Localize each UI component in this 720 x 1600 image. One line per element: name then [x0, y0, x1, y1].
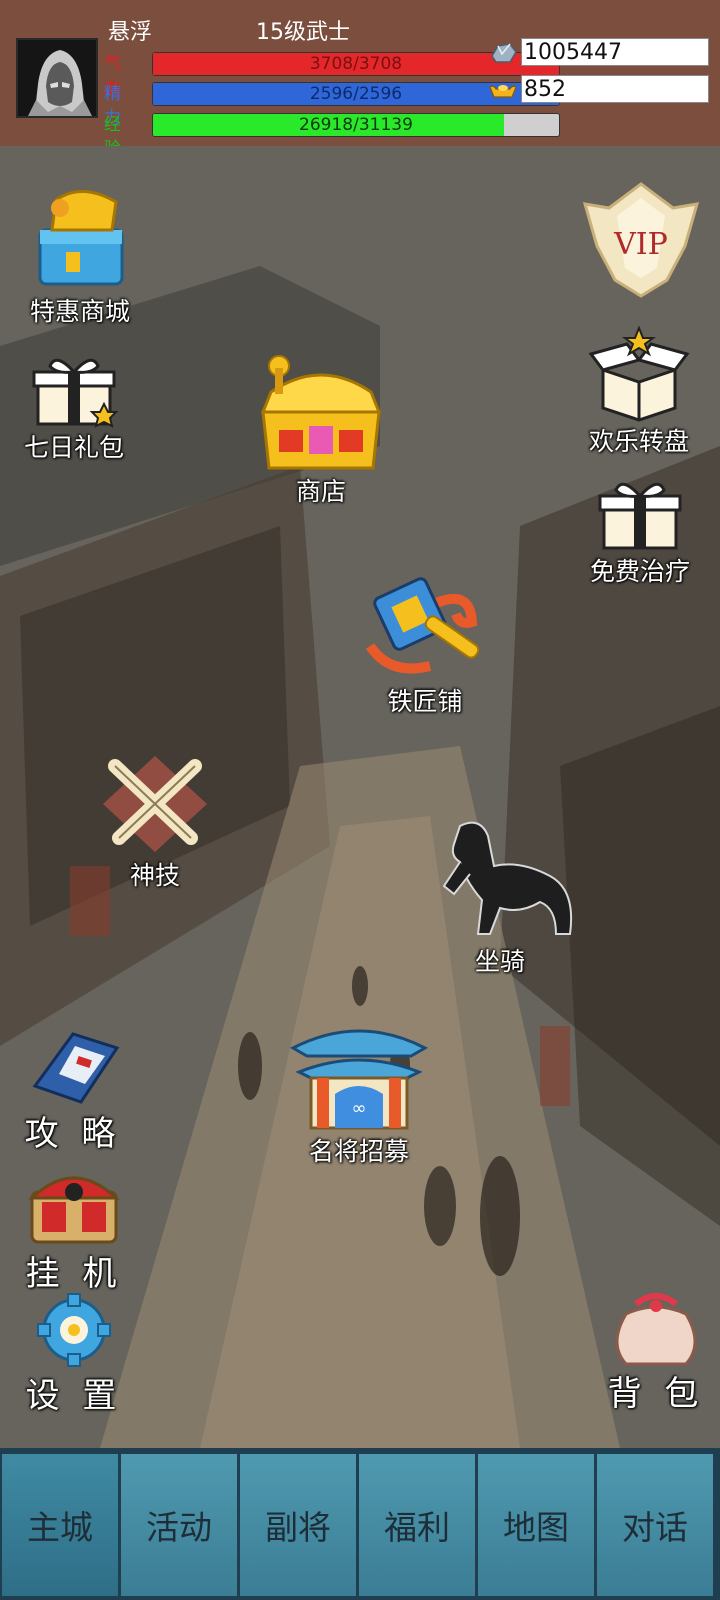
divine-skill-label: 神技	[129, 861, 180, 890]
recruit-generals-label: 名将招募	[308, 1137, 409, 1166]
idle-button[interactable]: 挂 机	[16, 1162, 132, 1295]
free-heal-label: 免费治疗	[589, 557, 690, 586]
settings-button[interactable]: 设 置	[18, 1292, 130, 1417]
lucky-wheel-button[interactable]: 欢乐转盘	[574, 326, 704, 458]
backpack-label: 背 包	[607, 1374, 705, 1414]
crossed-swords-icon	[103, 756, 207, 852]
lucky-wheel-label: 欢乐转盘	[588, 427, 689, 456]
tab-events[interactable]: 活动	[121, 1454, 237, 1596]
tab-main-city[interactable]: 主城	[2, 1454, 118, 1596]
sack-icon	[615, 1293, 697, 1366]
tab-welfare[interactable]: 福利	[359, 1454, 475, 1596]
player-avatar[interactable]	[16, 38, 98, 118]
shop-label: 商店	[295, 477, 346, 506]
divine-skill-button[interactable]: 神技	[90, 752, 220, 892]
vip-button[interactable]: VIP	[578, 180, 704, 300]
free-heal-button[interactable]: 免费治疗	[578, 476, 702, 588]
silver-ingot-icon	[488, 40, 518, 66]
open-box-icon	[588, 326, 690, 422]
main-city-scene: 特惠商城 VIP 七日礼包 商店 欢乐转盘 免费治疗 铁匠铺 神技 坐骑 攻 略…	[0, 146, 720, 1448]
special-shop-button[interactable]: 特惠商城	[16, 182, 144, 328]
svg-text:∞: ∞	[352, 1098, 367, 1119]
seven-day-gift-button[interactable]: 七日礼包	[16, 352, 132, 464]
hammer-anvil-icon	[365, 577, 480, 674]
blacksmith-button[interactable]: 铁匠铺	[350, 566, 500, 718]
recruit-generals-button[interactable]: ∞ 名将招募	[284, 1014, 434, 1168]
gear-icon	[37, 1293, 111, 1367]
blacksmith-label: 铁匠铺	[387, 687, 463, 716]
book-icon	[32, 1032, 120, 1104]
gold-amount: 852	[521, 75, 709, 103]
horse-icon	[442, 821, 573, 935]
guide-label: 攻 略	[24, 1114, 122, 1154]
vip-crest-icon: VIP	[582, 182, 700, 298]
temple-gate-icon: ∞	[289, 1029, 429, 1130]
vip-text: VIP	[613, 227, 668, 262]
exp-bar: 26918/31139	[152, 113, 560, 137]
special-shop-label: 特惠商城	[29, 297, 130, 326]
mount-button[interactable]: 坐骑	[430, 816, 573, 978]
seven-day-gift-label: 七日礼包	[23, 433, 124, 462]
gift-box-icon-2	[598, 482, 682, 550]
gold-ingot-icon	[488, 77, 518, 103]
tab-deputy-generals[interactable]: 副将	[240, 1454, 356, 1596]
guide-button[interactable]: 攻 略	[18, 1026, 128, 1155]
tab-dialogue[interactable]: 对话	[597, 1454, 713, 1596]
backpack-button[interactable]: 背 包	[600, 1284, 712, 1415]
player-name: 悬浮	[108, 20, 153, 45]
red-chest-icon	[28, 1176, 120, 1244]
bottom-nav: 主城 活动 副将 福利 地图 对话	[0, 1448, 720, 1600]
treasure-chest-icon	[38, 190, 124, 286]
silver-amount: 1005447	[521, 38, 709, 66]
shop-button[interactable]: 商店	[246, 352, 396, 508]
mount-label: 坐骑	[474, 947, 525, 976]
player-level-title: 15级武士	[256, 20, 350, 45]
idle-label: 挂 机	[25, 1254, 123, 1294]
settings-label: 设 置	[25, 1376, 123, 1416]
gift-box-icon	[32, 358, 119, 428]
golden-treasure-chest-icon	[260, 355, 382, 470]
tab-map[interactable]: 地图	[478, 1454, 594, 1596]
exp-value: 26918/31139	[299, 115, 413, 135]
status-header: 悬浮 15级武士 气血 3708/3708 精力 2596/2596 经验 26…	[0, 0, 720, 159]
